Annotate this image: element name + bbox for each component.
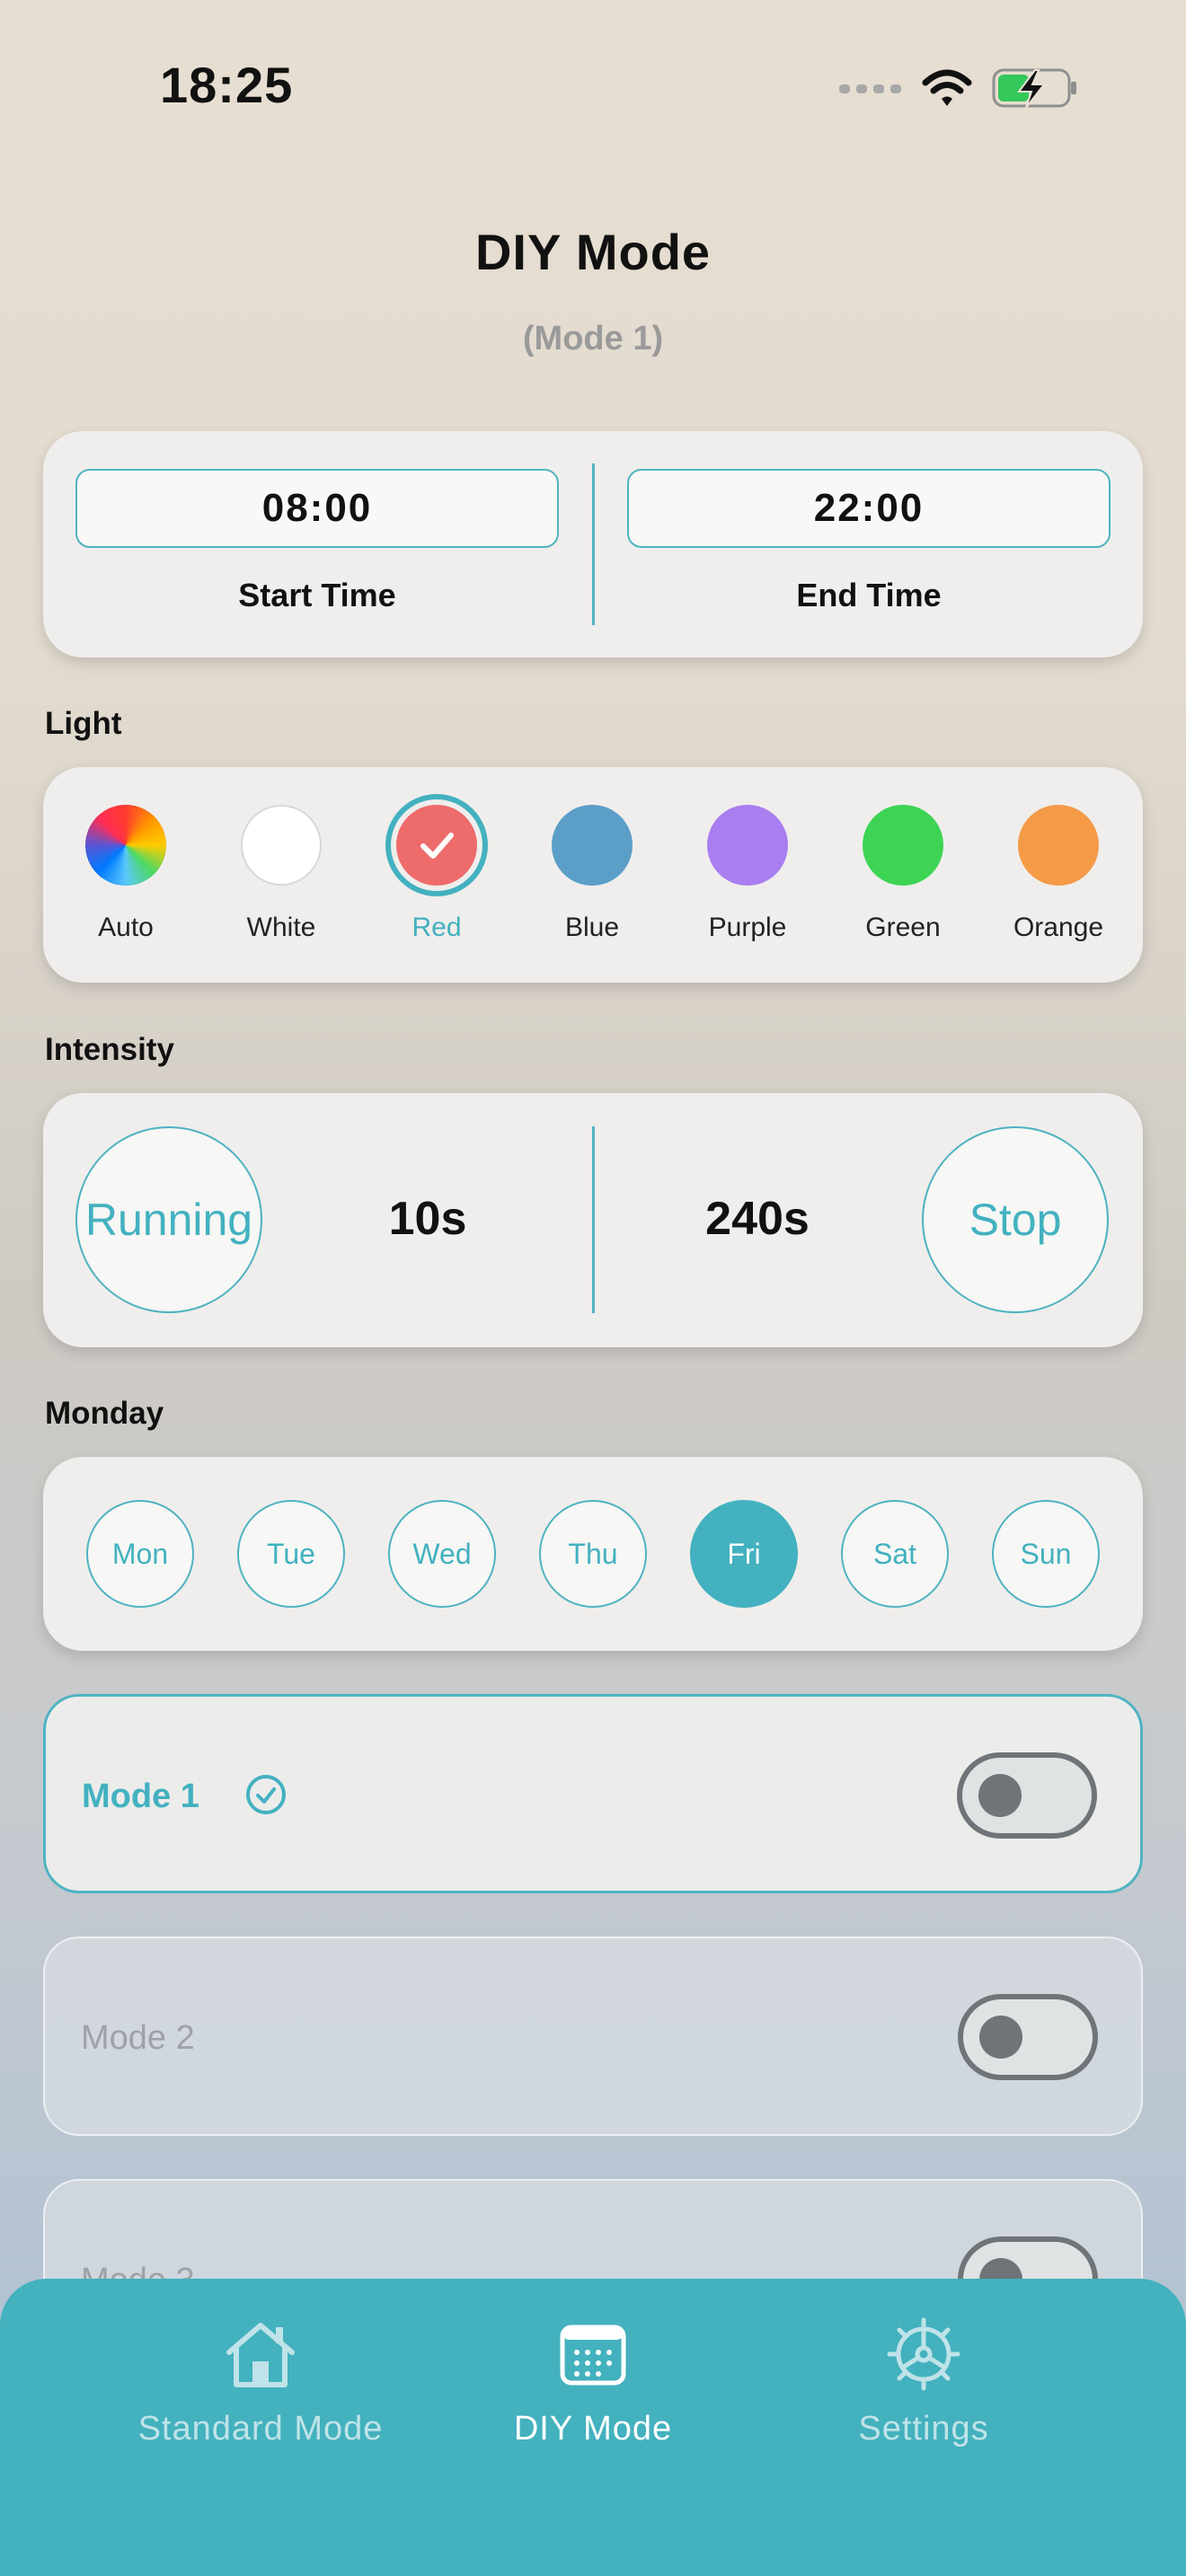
status-bar: 18:25: [0, 0, 1186, 171]
light-color-card: Auto White Red Blue Purple Green Orange: [43, 767, 1143, 983]
color-label-selected: Red: [412, 913, 462, 942]
green-color-swatch: [863, 805, 943, 886]
auto-color-swatch: [85, 805, 166, 886]
blue-color-swatch: [552, 805, 633, 886]
color-label: White: [246, 913, 316, 942]
weekday-card: Mon Tue Wed Thu Fri Sat Sun: [43, 1457, 1143, 1651]
color-option-red[interactable]: Red: [359, 805, 514, 943]
bottom-tab-bar: Standard Mode DIY Mode Settings: [0, 2279, 1186, 2576]
time-range-card: 08:00 Start Time 22:00 End Time: [43, 431, 1143, 657]
battery-charging-icon: [992, 68, 1076, 109]
toggle-knob: [978, 1774, 1022, 1817]
end-time-field[interactable]: 22:00: [627, 469, 1111, 548]
color-label: Auto: [98, 913, 154, 942]
stop-button[interactable]: Stop: [922, 1126, 1109, 1313]
tab-icon-wrap: [81, 2311, 440, 2397]
color-option-orange[interactable]: Orange: [981, 805, 1136, 943]
calendar-icon: [560, 2325, 626, 2386]
start-time-label: Start Time: [238, 577, 396, 613]
checkmark-icon: [420, 833, 454, 859]
intensity-card: Running 10s 240s Stop: [43, 1093, 1143, 1347]
wifi-icon: [922, 69, 972, 106]
time-divider: [592, 463, 595, 625]
tab-diy-mode[interactable]: DIY Mode: [413, 2311, 773, 2448]
mode-1-toggle[interactable]: [957, 1752, 1097, 1839]
schedule-section-label: Monday: [45, 1396, 164, 1431]
day-fri[interactable]: Fri: [690, 1500, 798, 1608]
intensity-divider: [592, 1126, 595, 1313]
stop-duration-value[interactable]: 240s: [659, 1192, 856, 1246]
day-thu[interactable]: Thu: [539, 1500, 647, 1608]
tab-icon-wrap: [413, 2311, 773, 2397]
toggle-knob: [979, 2016, 1022, 2059]
color-option-white[interactable]: White: [204, 805, 358, 943]
tab-standard-mode[interactable]: Standard Mode: [81, 2311, 440, 2448]
mode-2-toggle[interactable]: [958, 1994, 1098, 2080]
color-label: Green: [865, 913, 941, 942]
page-subtitle: (Mode 1): [522, 320, 664, 357]
mode-label: Mode 1: [82, 1778, 199, 1815]
tab-settings[interactable]: Settings: [744, 2311, 1103, 2448]
purple-color-swatch: [707, 805, 788, 886]
cellular-signal-icon: [839, 84, 901, 93]
mode-1-card[interactable]: Mode 1: [43, 1694, 1143, 1893]
day-wed[interactable]: Wed: [388, 1500, 496, 1608]
day-tue[interactable]: Tue: [237, 1500, 345, 1608]
intensity-section-label: Intensity: [45, 1032, 174, 1067]
running-button[interactable]: Running: [75, 1126, 262, 1313]
start-time-field[interactable]: 08:00: [75, 469, 559, 548]
tab-label: Settings: [858, 2410, 989, 2448]
color-option-purple[interactable]: Purple: [670, 805, 825, 943]
end-time-label: End Time: [796, 577, 942, 613]
gear-icon: [887, 2317, 960, 2391]
red-color-swatch: [396, 805, 477, 886]
status-time: 18:25: [160, 57, 294, 113]
color-label: Purple: [708, 913, 787, 942]
mode-2-card[interactable]: Mode 2: [43, 1936, 1143, 2136]
color-label: Orange: [1013, 913, 1104, 942]
tab-icon-wrap: [744, 2311, 1103, 2397]
tab-label: Standard Mode: [137, 2410, 384, 2448]
color-option-auto[interactable]: Auto: [49, 805, 203, 943]
home-icon: [226, 2323, 295, 2387]
day-sun[interactable]: Sun: [992, 1500, 1100, 1608]
page-title: DIY Mode: [474, 224, 712, 280]
day-mon[interactable]: Mon: [86, 1500, 194, 1608]
mode-label: Mode 2: [81, 2019, 195, 2057]
color-option-blue[interactable]: Blue: [515, 805, 669, 943]
white-color-swatch: [241, 805, 322, 886]
status-icons: [839, 63, 1078, 113]
color-label: Blue: [564, 913, 620, 942]
day-sat[interactable]: Sat: [841, 1500, 949, 1608]
light-section-label: Light: [45, 706, 122, 741]
tab-label: DIY Mode: [513, 2410, 673, 2448]
run-duration-value[interactable]: 10s: [329, 1192, 527, 1246]
orange-color-swatch: [1018, 805, 1099, 886]
color-option-green[interactable]: Green: [826, 805, 980, 943]
check-circle-icon: [246, 1775, 286, 1814]
